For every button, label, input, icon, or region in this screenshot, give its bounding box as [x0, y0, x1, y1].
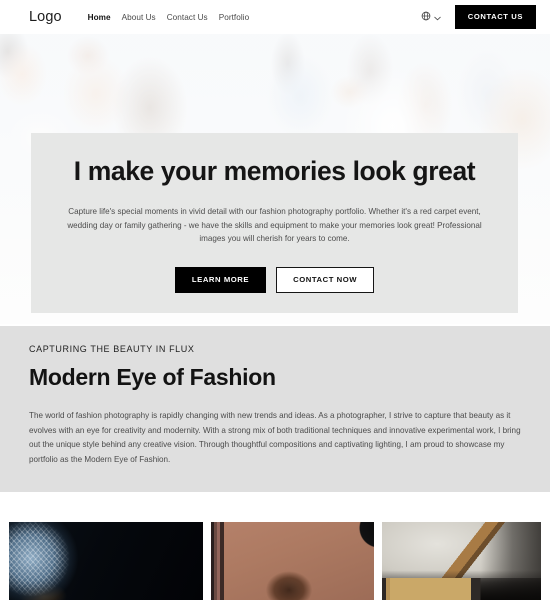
primary-navigation: Home About Us Contact Us Portfolio: [88, 13, 250, 22]
learn-more-button[interactable]: LEARN MORE: [174, 267, 267, 294]
gallery-image-3: [382, 522, 541, 600]
globe-icon: [421, 8, 431, 26]
language-selector[interactable]: [421, 8, 441, 26]
header-actions: CONTACT US: [421, 5, 536, 29]
about-body: The world of fashion photography is rapi…: [29, 411, 521, 464]
landing-page: Logo Home About Us Contact Us Portfolio: [0, 0, 550, 600]
hero-title: I make your memories look great: [73, 156, 476, 186]
contact-now-button[interactable]: CONTACT NOW: [276, 267, 375, 294]
nav-link-about-us[interactable]: About Us: [122, 13, 156, 22]
nav-link-portfolio[interactable]: Portfolio: [219, 13, 250, 22]
gallery-item-1[interactable]: [9, 522, 203, 600]
chevron-down-icon: [434, 8, 441, 26]
gallery-image-1: [9, 522, 203, 600]
gallery-section: [0, 492, 550, 600]
header-contact-us-button[interactable]: CONTACT US: [454, 5, 536, 29]
gallery-item-2[interactable]: [210, 522, 375, 600]
about-title: Modern Eye of Fashion: [29, 364, 276, 390]
site-header: Logo Home About Us Contact Us Portfolio: [0, 0, 550, 34]
gallery-image-2: [210, 522, 375, 600]
nav-link-home[interactable]: Home: [88, 13, 111, 22]
about-eyebrow: CAPTURING THE BEAUTY IN FLUX: [29, 344, 195, 354]
gallery-item-3[interactable]: [382, 522, 541, 600]
hero-card: I make your memories look great Capture …: [31, 133, 518, 313]
gallery-row: [9, 522, 541, 600]
nav-link-contact-us[interactable]: Contact Us: [167, 13, 208, 22]
hero-button-group: LEARN MORE CONTACT NOW: [61, 267, 488, 294]
about-section: CAPTURING THE BEAUTY IN FLUX Modern Eye …: [0, 326, 550, 492]
hero-description: Capture life's special moments in vivid …: [67, 206, 482, 244]
site-logo[interactable]: Logo: [29, 9, 62, 25]
